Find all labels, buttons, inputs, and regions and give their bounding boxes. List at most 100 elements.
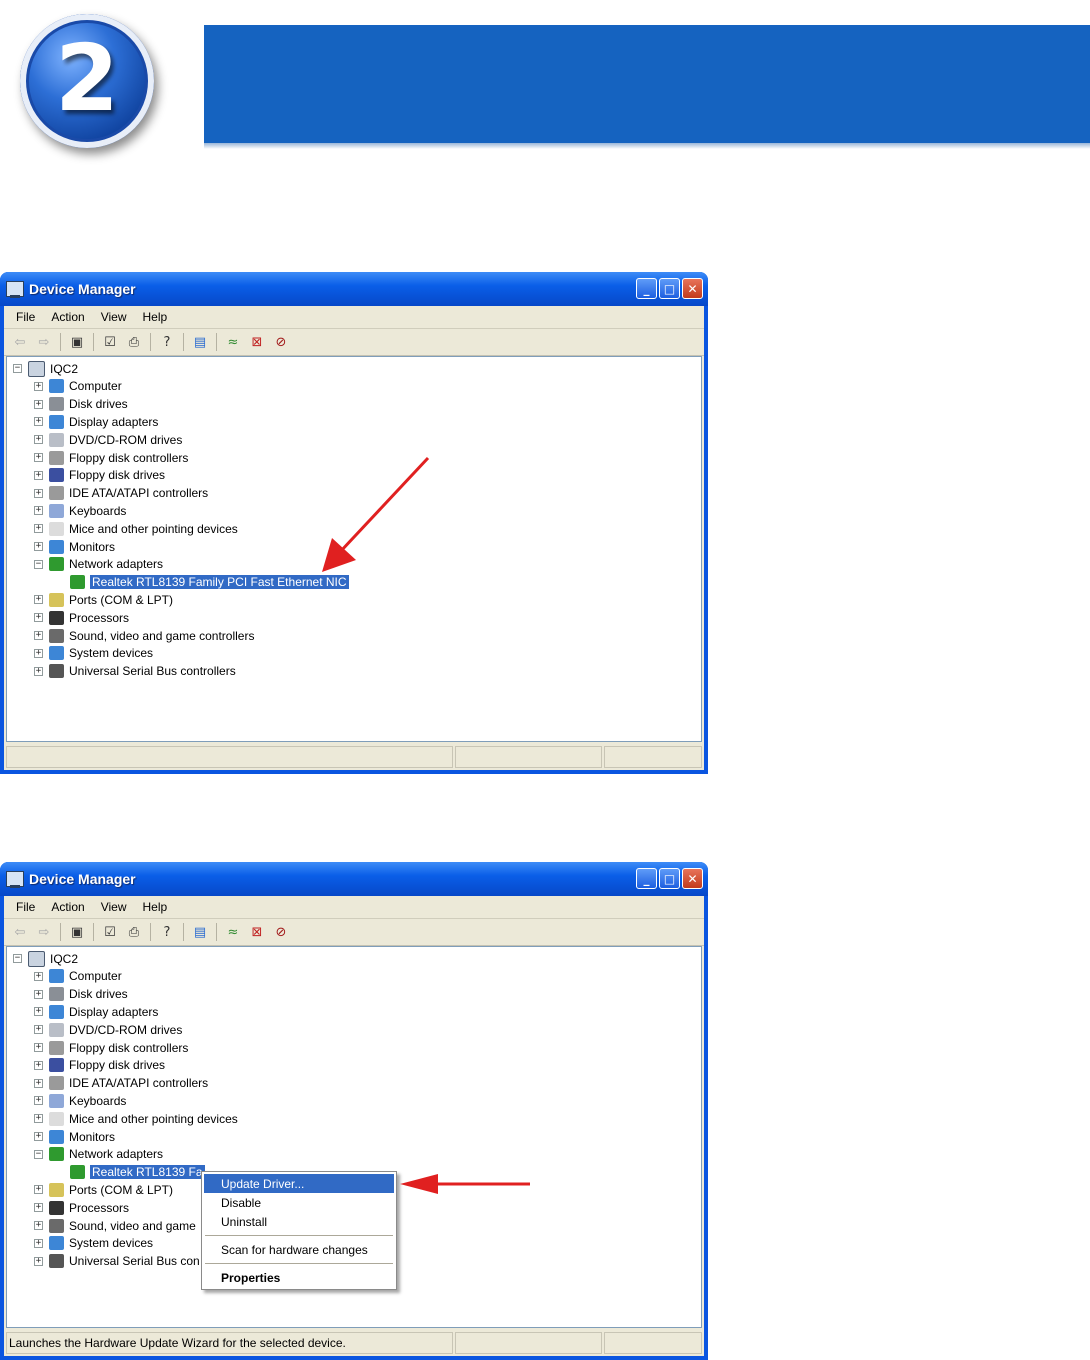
tree-category[interactable]: + DVD/CD-ROM drives [34, 1021, 182, 1038]
minimize-button[interactable]: _ [636, 868, 657, 889]
tree-category[interactable]: + System devices [34, 645, 153, 662]
collapse-icon[interactable]: − [34, 1149, 43, 1159]
tree-root[interactable]: − IQC2 [13, 360, 78, 377]
expand-icon[interactable]: + [34, 971, 43, 981]
expand-icon[interactable]: + [34, 470, 43, 480]
tree-root[interactable]: − IQC2 [13, 950, 78, 967]
print-icon[interactable]: ⎙ [124, 332, 144, 352]
menu-item-uninstall[interactable]: Uninstall [202, 1212, 396, 1231]
expand-icon[interactable]: + [34, 1007, 43, 1017]
expand-icon[interactable]: + [34, 1132, 43, 1141]
expand-icon[interactable]: + [34, 1238, 43, 1248]
expand-icon[interactable]: + [34, 1096, 43, 1106]
expand-icon[interactable]: + [34, 1025, 43, 1035]
tree-category[interactable]: + Display adapters [34, 1003, 158, 1020]
print-icon[interactable]: ⎙ [124, 922, 144, 942]
expand-icon[interactable]: + [34, 1060, 43, 1070]
back-icon[interactable]: ⇦ [10, 922, 30, 942]
menu-help[interactable]: Help [135, 310, 176, 324]
expand-icon[interactable]: + [34, 1203, 43, 1213]
properties-icon[interactable]: ☑ [100, 922, 120, 942]
tree-category[interactable]: + Mice and other pointing devices [34, 1110, 238, 1127]
forward-icon[interactable]: ⇨ [34, 332, 54, 352]
expand-icon[interactable]: + [34, 399, 43, 409]
expand-icon[interactable]: + [34, 1256, 43, 1266]
expand-icon[interactable]: + [34, 381, 43, 391]
menu-action[interactable]: Action [43, 310, 92, 324]
collapse-icon[interactable]: − [34, 559, 43, 569]
disable-icon[interactable]: ⊘ [271, 332, 291, 352]
title-bar[interactable]: Device Manager _ □ ✕ [0, 862, 708, 896]
expand-icon[interactable]: + [34, 417, 43, 427]
collapse-icon[interactable]: − [13, 364, 22, 373]
tree-category[interactable]: + DVD/CD-ROM drives [34, 431, 182, 448]
minimize-button[interactable]: _ [636, 278, 657, 299]
tree-category[interactable]: − Network adapters [34, 1146, 163, 1163]
update-driver-icon[interactable]: ▤ [190, 332, 210, 352]
expand-icon[interactable]: + [34, 595, 43, 605]
show-hide-tree-icon[interactable]: ▣ [67, 922, 87, 942]
tree-device-selected[interactable]: Realtek RTL8139 Family PCI Fast Ethernet… [70, 574, 350, 591]
scan-hardware-icon[interactable]: ≈ [223, 922, 243, 942]
menu-view[interactable]: View [93, 900, 135, 914]
maximize-button[interactable]: □ [659, 278, 680, 299]
expand-icon[interactable]: + [34, 1114, 43, 1124]
tree-category[interactable]: + Monitors [34, 538, 115, 555]
tree-category[interactable]: + Ports (COM & LPT) [34, 591, 173, 608]
disable-icon[interactable]: ⊘ [271, 922, 291, 942]
menu-item-disable[interactable]: Disable [202, 1193, 396, 1212]
tree-category[interactable]: + Mice and other pointing devices [34, 520, 238, 537]
close-button[interactable]: ✕ [682, 278, 703, 299]
tree-category[interactable]: + Floppy disk drives [34, 1057, 165, 1074]
tree-category[interactable]: + Computer [34, 378, 122, 395]
tree-category[interactable]: + Disk drives [34, 986, 128, 1003]
menu-item-scan-hardware[interactable]: Scan for hardware changes [202, 1240, 396, 1259]
tree-category[interactable]: + Floppy disk controllers [34, 1039, 188, 1056]
tree-category[interactable]: + IDE ATA/ATAPI controllers [34, 485, 208, 502]
tree-category[interactable]: + Display adapters [34, 413, 158, 430]
show-hide-tree-icon[interactable]: ▣ [67, 332, 87, 352]
update-driver-icon[interactable]: ▤ [190, 922, 210, 942]
tree-category[interactable]: + Processors [34, 609, 129, 626]
tree-category[interactable]: + Floppy disk controllers [34, 449, 188, 466]
tree-category[interactable]: + Universal Serial Bus con [34, 1253, 200, 1270]
menu-action[interactable]: Action [43, 900, 92, 914]
tree-category[interactable]: + Ports (COM & LPT) [34, 1181, 173, 1198]
expand-icon[interactable]: + [34, 666, 43, 676]
close-button[interactable]: ✕ [682, 868, 703, 889]
scan-hardware-icon[interactable]: ≈ [223, 332, 243, 352]
expand-icon[interactable]: + [34, 524, 43, 534]
expand-icon[interactable]: + [34, 488, 43, 498]
expand-icon[interactable]: + [34, 453, 43, 462]
back-icon[interactable]: ⇦ [10, 332, 30, 352]
expand-icon[interactable]: + [34, 435, 43, 445]
tree-device-selected[interactable]: Realtek RTL8139 Fa [70, 1164, 206, 1181]
menu-help[interactable]: Help [135, 900, 176, 914]
menu-item-properties[interactable]: Properties [202, 1268, 396, 1287]
properties-icon[interactable]: ☑ [100, 332, 120, 352]
tree-category[interactable]: + Computer [34, 968, 122, 985]
expand-icon[interactable]: + [34, 506, 43, 516]
forward-icon[interactable]: ⇨ [34, 922, 54, 942]
help-icon[interactable]: ? [157, 922, 177, 942]
uninstall-icon[interactable]: ⊠ [247, 332, 267, 352]
tree-category[interactable]: + Disk drives [34, 396, 128, 413]
tree-category[interactable]: + Monitors [34, 1128, 115, 1145]
expand-icon[interactable]: + [34, 631, 43, 640]
tree-category[interactable]: + Sound, video and game controllers [34, 627, 254, 644]
expand-icon[interactable]: + [34, 989, 43, 999]
tree-category[interactable]: + Processors [34, 1199, 129, 1216]
expand-icon[interactable]: + [34, 1221, 43, 1230]
tree-category[interactable]: + Keyboards [34, 1092, 126, 1109]
collapse-icon[interactable]: − [13, 954, 22, 963]
expand-icon[interactable]: + [34, 613, 43, 623]
uninstall-icon[interactable]: ⊠ [247, 922, 267, 942]
tree-category[interactable]: + Floppy disk drives [34, 467, 165, 484]
expand-icon[interactable]: + [34, 1078, 43, 1088]
help-icon[interactable]: ? [157, 332, 177, 352]
tree-category[interactable]: + Keyboards [34, 502, 126, 519]
menu-file[interactable]: File [8, 310, 43, 324]
tree-category[interactable]: − Network adapters [34, 556, 163, 573]
tree-category[interactable]: + Universal Serial Bus controllers [34, 663, 236, 680]
tree-category[interactable]: + Sound, video and game [34, 1217, 196, 1234]
